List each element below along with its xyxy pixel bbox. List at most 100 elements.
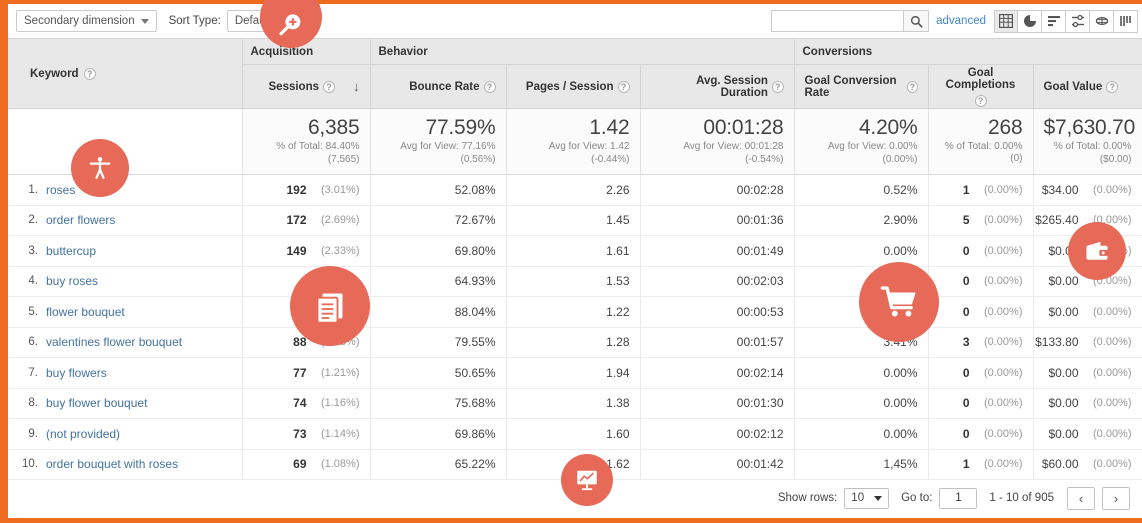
goal-conversion-rate-value: 0.00% [883,427,917,441]
summary-subtext: (-0.54%) [651,154,784,166]
summary-cell: 77.59%Avg for View: 77.16%(0.56%) [370,109,506,175]
advanced-link[interactable]: advanced [936,15,986,27]
bounce-rate-value: 50.65% [455,366,496,380]
bar-chart-view-icon[interactable] [1042,10,1066,33]
column-label-goal-value: Goal Value [1044,81,1103,93]
keyword-link[interactable]: order bouquet with roses [46,457,178,471]
help-icon[interactable]: ? [84,68,96,80]
goal-conversion-rate-cell: 1,45% [794,449,928,480]
keyword-cell: 7.buy flowers [8,358,242,389]
pages-session-cell: 1.53 [506,266,640,297]
goal-value-cell: $0.00(0.00%) [1033,419,1142,450]
column-header-goal-completions[interactable]: Goal Completions ? [928,65,1033,109]
search-input[interactable] [771,10,903,32]
bounce-rate-cell: 69.80% [370,236,506,267]
pivot-view-icon[interactable] [1090,10,1114,33]
bounce-rate-cell: 79.55% [370,327,506,358]
summary-subtext: Avg for View: 77.16% [381,141,496,153]
avg-session-duration-value: 00:01:30 [737,396,784,410]
column-header-pages-session[interactable]: Pages / Session ? [506,65,640,109]
bounce-rate-cell: 69.86% [370,419,506,450]
keyword-link[interactable]: buy roses [46,274,98,288]
pages-session-value: 1.60 [606,427,629,441]
goal-completions-cell: 0(0.00%) [928,388,1033,419]
avg-session-duration-value: 00:02:12 [737,427,784,441]
keyword-link[interactable]: valentines flower bouquet [46,335,182,349]
help-icon[interactable]: ? [484,81,496,93]
view-type-buttons [994,10,1138,33]
row-index: 6. [8,336,46,348]
go-to-input[interactable] [939,488,977,509]
secondary-dimension-button[interactable]: Secondary dimension [16,10,157,32]
bounce-rate-cell: 64.93% [370,266,506,297]
pages-session-cell: 1.22 [506,297,640,328]
show-rows-label: Show rows: [778,492,837,504]
avg-session-duration-cell: 00:01:36 [640,205,794,236]
chevron-down-icon [141,19,149,24]
sessions-cell: 69(1.08%) [242,449,370,480]
bounce-rate-cell: 65.22% [370,449,506,480]
search-button[interactable] [903,10,929,32]
sort-type-label: Sort Type: [169,15,221,27]
keyword-link[interactable]: buy flower bouquet [46,396,147,410]
keyword-cell: 4.buy roses [8,266,242,297]
goal-value-percent: (0.00%) [1086,367,1132,379]
help-icon[interactable]: ? [975,95,987,107]
table-view-icon[interactable] [994,10,1018,33]
term-cloud-view-icon[interactable] [1114,10,1138,33]
column-header-goal-conversion-rate[interactable]: Goal Conversion Rate ? [794,65,928,109]
summary-subtext: Avg for View: 0.00% [805,141,918,153]
table-row: 1.roses192(3.01%)52.08%2.2600:02:280.52%… [8,175,1142,206]
goal-value-value: $60.00 [1042,457,1079,471]
help-icon[interactable]: ? [772,81,784,93]
help-icon[interactable]: ? [618,81,630,93]
next-page-button[interactable]: › [1102,487,1130,510]
keyword-link[interactable]: buy flowers [46,366,107,380]
summary-cell: 1.42Avg for View: 1.42(-0.44%) [506,109,640,175]
row-index: 3. [8,245,46,257]
column-header-goal-value[interactable]: Goal Value ? [1033,65,1142,109]
goal-value-value: $0.00 [1048,305,1078,319]
previous-page-button[interactable]: ‹ [1067,487,1095,510]
summary-subtext: (-0.44%) [517,154,630,166]
comparison-view-icon[interactable] [1066,10,1090,33]
column-header-bounce-rate[interactable]: Bounce Rate ? [370,65,506,109]
avg-session-duration-value: 00:01:57 [737,335,784,349]
goal-completions-value: 3 [963,335,970,349]
avg-session-duration-cell: 00:02:28 [640,175,794,206]
sessions-value: 77 [293,366,306,380]
column-header-avg-session-duration[interactable]: Avg. Session Duration ? [640,65,794,109]
keyword-link[interactable]: buttercup [46,244,96,258]
dimension-header-cell[interactable]: Keyword ? [8,39,242,109]
keyword-link[interactable]: roses [46,183,75,197]
row-index: 4. [8,275,46,287]
keyword-link[interactable]: flower bouquet [46,305,125,319]
column-header-sessions[interactable]: Sessions ? ↓ [242,65,370,109]
keyword-link[interactable]: (not provided) [46,427,120,441]
keyword-cell: 6.valentines flower bouquet [8,327,242,358]
bounce-rate-value: 65.22% [455,457,496,471]
goal-completions-cell: 5(0.00%) [928,205,1033,236]
pages-session-cell: 1.28 [506,327,640,358]
goal-conversion-rate-cell: 0.00% [794,388,928,419]
pie-chart-view-icon[interactable] [1018,10,1042,33]
row-index: 8. [8,397,46,409]
help-icon[interactable]: ? [907,81,917,93]
goal-completions-cell: 1(0.00%) [928,449,1033,480]
goal-completions-value: 1 [963,457,970,471]
avg-session-duration-cell: 00:00:53 [640,297,794,328]
help-icon[interactable]: ? [323,81,335,93]
sessions-percent: (1.14%) [314,428,360,440]
show-rows-select[interactable]: 10 [844,488,889,509]
goal-completions-percent: (0.00%) [977,428,1023,440]
keyword-link[interactable]: order flowers [46,213,115,227]
goal-conversion-rate-value: 0.00% [883,366,917,380]
document-marker-icon [290,266,370,346]
pages-session-cell: 1.38 [506,388,640,419]
goal-completions-value: 0 [963,427,970,441]
help-icon[interactable]: ? [1106,81,1118,93]
pages-session-value: 1.22 [606,305,629,319]
sessions-value: 69 [293,457,306,471]
goal-value-percent: (0.00%) [1086,397,1132,409]
summary-subtext: Avg for View: 1.42 [517,141,630,153]
